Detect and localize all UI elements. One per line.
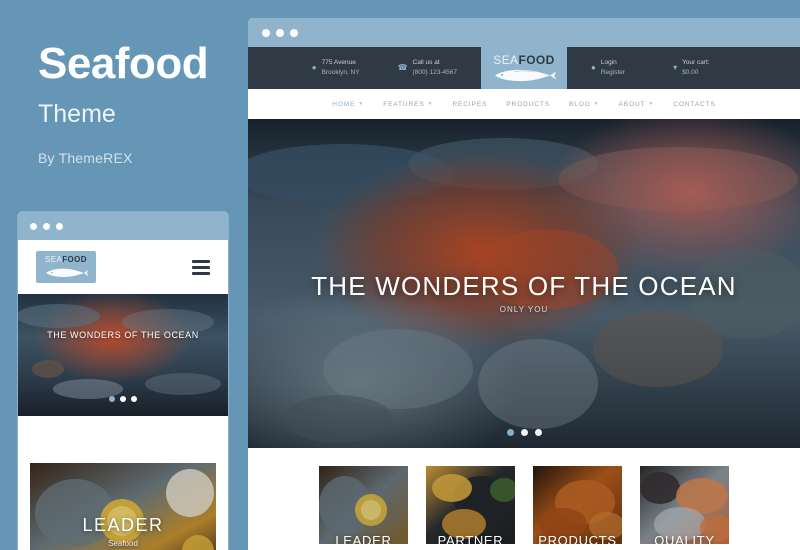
mobile-hero-title: THE WONDERS OF THE OCEAN bbox=[47, 330, 199, 340]
mobile-feature-card[interactable]: LEADER Seafood bbox=[30, 463, 216, 550]
hero-slider-dots[interactable] bbox=[248, 429, 800, 436]
hero-slider: THE WONDERS OF THE OCEAN ONLY YOU bbox=[248, 119, 800, 448]
slider-dot-1[interactable] bbox=[506, 429, 514, 436]
cart-label: Your cart: bbox=[682, 58, 710, 66]
address-line-1: 775 Avenue bbox=[321, 58, 356, 66]
nav-item-features[interactable]: FEATURES ▼ bbox=[383, 101, 433, 108]
mobile-spacer bbox=[18, 416, 228, 463]
card-title: PARTNER bbox=[437, 533, 504, 544]
mobile-site-header: SEAFOOD bbox=[18, 240, 228, 294]
site-logo[interactable]: SEAFOOD bbox=[481, 47, 567, 89]
topbar-account[interactable]: ● Login Register bbox=[581, 47, 635, 89]
mobile-slider-dots[interactable] bbox=[18, 396, 228, 402]
maximize-dot-icon[interactable] bbox=[56, 222, 63, 230]
phone-label: Call us at bbox=[412, 58, 440, 66]
nav-label: BLOG bbox=[568, 100, 591, 108]
hero-subtitle: ONLY YOU bbox=[499, 305, 549, 314]
topbar-cart[interactable]: ▾ Your cart: $0.00 bbox=[663, 47, 720, 89]
chevron-down-icon: ▼ bbox=[358, 101, 365, 107]
feature-card-products[interactable]: PRODUCTS bbox=[533, 466, 622, 544]
hero-title: THE WONDERS OF THE OCEAN bbox=[311, 271, 737, 301]
chevron-down-icon: ▼ bbox=[427, 101, 434, 107]
feature-card-leader[interactable]: LEADER bbox=[319, 466, 408, 544]
slider-dot-2[interactable] bbox=[520, 429, 528, 436]
login-link[interactable]: Login bbox=[601, 58, 625, 68]
maximize-dot-icon[interactable] bbox=[290, 28, 298, 37]
nav-item-about[interactable]: ABOUT ▼ bbox=[619, 101, 655, 108]
promo-block: Seafood Theme By ThemeREX bbox=[38, 39, 238, 167]
cart-icon: ▾ bbox=[673, 63, 678, 72]
fish-icon bbox=[46, 268, 88, 277]
site-topbar: ● 775 Avenue Brooklyn, NY ☎ Call us at (… bbox=[248, 47, 800, 89]
desktop-browser-chrome bbox=[248, 18, 800, 47]
nav-label: ABOUT bbox=[618, 100, 646, 108]
mobile-card-subtitle: Seafood bbox=[108, 539, 138, 548]
feature-cards-strip: LEADER PARTNER PRODUCTS QUALITY bbox=[248, 448, 800, 544]
slider-dot-3[interactable] bbox=[131, 396, 137, 402]
topbar-phone[interactable]: ☎ Call us at (800) 123-4567 bbox=[388, 47, 467, 89]
slider-dot-2[interactable] bbox=[120, 396, 126, 402]
slider-dot-1[interactable] bbox=[109, 396, 115, 402]
nav-item-recipes[interactable]: RECIPES bbox=[452, 101, 487, 108]
phone-number: (800) 123-4567 bbox=[412, 69, 457, 76]
nav-item-blog[interactable]: BLOG ▼ bbox=[569, 101, 600, 108]
author-byline: By ThemeREX bbox=[38, 150, 133, 166]
feature-card-partner[interactable]: PARTNER bbox=[426, 466, 515, 544]
slider-dot-3[interactable] bbox=[534, 429, 542, 436]
hamburger-icon[interactable] bbox=[192, 259, 210, 275]
mobile-hero-slider: THE WONDERS OF THE OCEAN bbox=[18, 294, 228, 416]
nav-item-contacts[interactable]: CONTACTS bbox=[673, 101, 715, 108]
logo-text-sea: SEA bbox=[493, 53, 519, 67]
page-subtitle: Theme bbox=[38, 100, 116, 128]
register-link[interactable]: Register bbox=[601, 69, 625, 76]
page-title: Seafood bbox=[38, 39, 209, 88]
window-controls bbox=[30, 222, 63, 230]
desktop-mockup: ● 775 Avenue Brooklyn, NY ☎ Call us at (… bbox=[248, 18, 800, 550]
fish-icon bbox=[495, 69, 556, 82]
user-icon: ● bbox=[591, 63, 596, 72]
minimize-dot-icon[interactable] bbox=[276, 28, 284, 37]
close-dot-icon[interactable] bbox=[262, 28, 270, 37]
mobile-browser-chrome bbox=[18, 212, 228, 240]
map-pin-icon: ● bbox=[311, 63, 317, 72]
window-controls bbox=[262, 28, 298, 37]
minimize-dot-icon[interactable] bbox=[43, 222, 50, 230]
mobile-logo[interactable]: SEAFOOD bbox=[36, 251, 96, 283]
card-title: LEADER bbox=[335, 533, 392, 544]
logo-text-food: FOOD bbox=[62, 255, 87, 264]
chevron-down-icon: ▼ bbox=[593, 101, 600, 107]
logo-text-food: FOOD bbox=[518, 53, 555, 67]
phone-icon: ☎ bbox=[397, 63, 408, 72]
mobile-mockup: SEAFOOD THE WONDERS OF THE OCEAN LEADER … bbox=[18, 212, 228, 550]
close-dot-icon[interactable] bbox=[30, 222, 37, 230]
topbar-address: ● 775 Avenue Brooklyn, NY bbox=[302, 47, 370, 89]
chevron-down-icon: ▼ bbox=[648, 101, 655, 107]
card-title: PRODUCTS bbox=[538, 533, 617, 544]
logo-text-sea: SEA bbox=[45, 255, 63, 264]
mobile-card-title: LEADER bbox=[82, 515, 164, 535]
nav-item-products[interactable]: PRODUCTS bbox=[506, 101, 550, 108]
mobile-card-photo bbox=[30, 463, 216, 550]
card-title: QUALITY bbox=[654, 533, 715, 544]
cart-total: $0.00 bbox=[682, 69, 699, 76]
nav-item-home[interactable]: HOME ▼ bbox=[332, 101, 364, 108]
nav-label: FEATURES bbox=[383, 100, 425, 108]
nav-label: RECIPES bbox=[452, 100, 488, 108]
nav-label: PRODUCTS bbox=[506, 100, 550, 108]
nav-label: HOME bbox=[332, 100, 356, 108]
nav-label: CONTACTS bbox=[673, 100, 716, 108]
main-navigation: HOME ▼ FEATURES ▼ RECIPES PRODUCTS BLOG … bbox=[248, 89, 800, 119]
address-line-2: Brooklyn, NY bbox=[321, 69, 360, 76]
feature-card-quality[interactable]: QUALITY bbox=[640, 466, 729, 544]
